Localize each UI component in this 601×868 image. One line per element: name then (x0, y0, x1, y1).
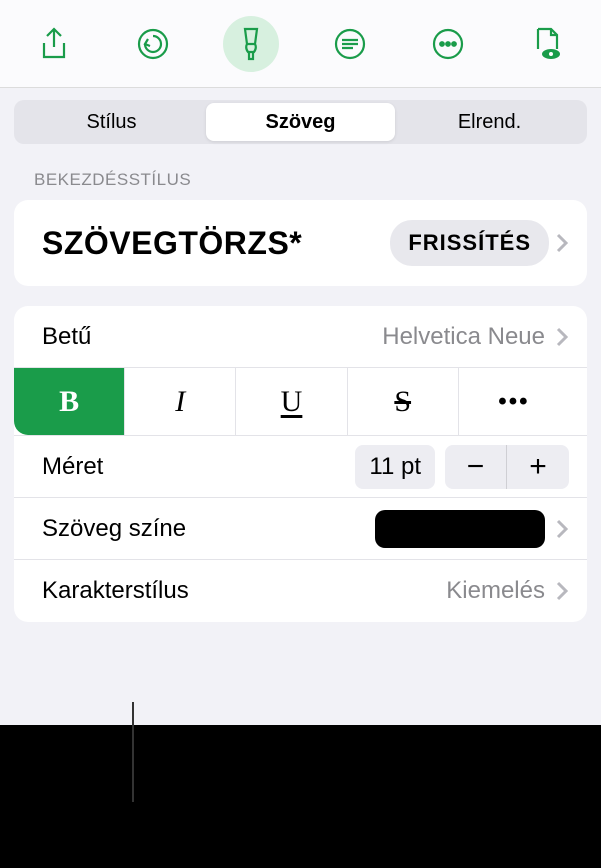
share-icon (39, 27, 69, 61)
size-increase-button[interactable]: + (507, 445, 569, 489)
size-row: Méret 11 pt − + (14, 436, 587, 498)
chevron-right-icon (555, 326, 569, 348)
size-stepper: − + (445, 445, 569, 489)
chevron-right-icon (555, 518, 569, 540)
more-formatting-button[interactable]: ••• (459, 368, 569, 435)
font-row[interactable]: Betű Helvetica Neue (14, 306, 587, 368)
callout-line (132, 702, 134, 802)
italic-button[interactable]: I (125, 368, 236, 435)
tab-bar: Stílus Szöveg Elrend. (14, 100, 587, 144)
chevron-right-icon (555, 232, 569, 254)
update-style-button[interactable]: FRISSÍTÉS (390, 220, 549, 266)
tab-text[interactable]: Szöveg (206, 103, 395, 141)
format-buttons-row: B I U S ••• (14, 368, 587, 436)
underline-button[interactable]: U (236, 368, 347, 435)
font-value: Helvetica Neue (382, 323, 545, 351)
insert-button[interactable] (322, 16, 378, 72)
text-settings-card: Betű Helvetica Neue B I U S ••• Méret 11… (14, 306, 587, 622)
paintbrush-icon (235, 26, 267, 62)
paragraph-style-name: SZÖVEGTÖRZS* (42, 225, 390, 262)
tab-layout[interactable]: Elrend. (395, 103, 584, 141)
chevron-right-icon (555, 580, 569, 602)
paragraph-style-card[interactable]: SZÖVEGTÖRZS* FRISSÍTÉS (14, 200, 587, 286)
character-style-value: Kiemelés (446, 577, 545, 605)
more-icon (431, 27, 465, 61)
more-button[interactable] (420, 16, 476, 72)
size-value-button[interactable]: 11 pt (355, 445, 435, 489)
text-color-row[interactable]: Szöveg színe (14, 498, 587, 560)
document-button[interactable] (519, 16, 575, 72)
text-lines-icon (333, 27, 367, 61)
text-color-swatch[interactable] (375, 510, 545, 548)
document-eye-icon (532, 26, 562, 62)
size-label: Méret (42, 453, 355, 481)
character-style-label: Karakterstílus (42, 577, 446, 605)
top-toolbar (0, 0, 601, 88)
undo-icon (136, 27, 170, 61)
format-button[interactable] (223, 16, 279, 72)
text-color-label: Szöveg színe (42, 515, 375, 543)
share-button[interactable] (26, 16, 82, 72)
font-label: Betű (42, 323, 382, 351)
section-header-paragraph-style: BEKEZDÉSSTÍLUS (0, 156, 601, 200)
tab-style[interactable]: Stílus (17, 103, 206, 141)
bold-button[interactable]: B (14, 368, 125, 435)
format-panel: Stílus Szöveg Elrend. BEKEZDÉSSTÍLUS SZÖ… (0, 0, 601, 725)
undo-button[interactable] (125, 16, 181, 72)
character-style-row[interactable]: Karakterstílus Kiemelés (14, 560, 587, 622)
size-decrease-button[interactable]: − (445, 445, 507, 489)
strikethrough-button[interactable]: S (348, 368, 459, 435)
